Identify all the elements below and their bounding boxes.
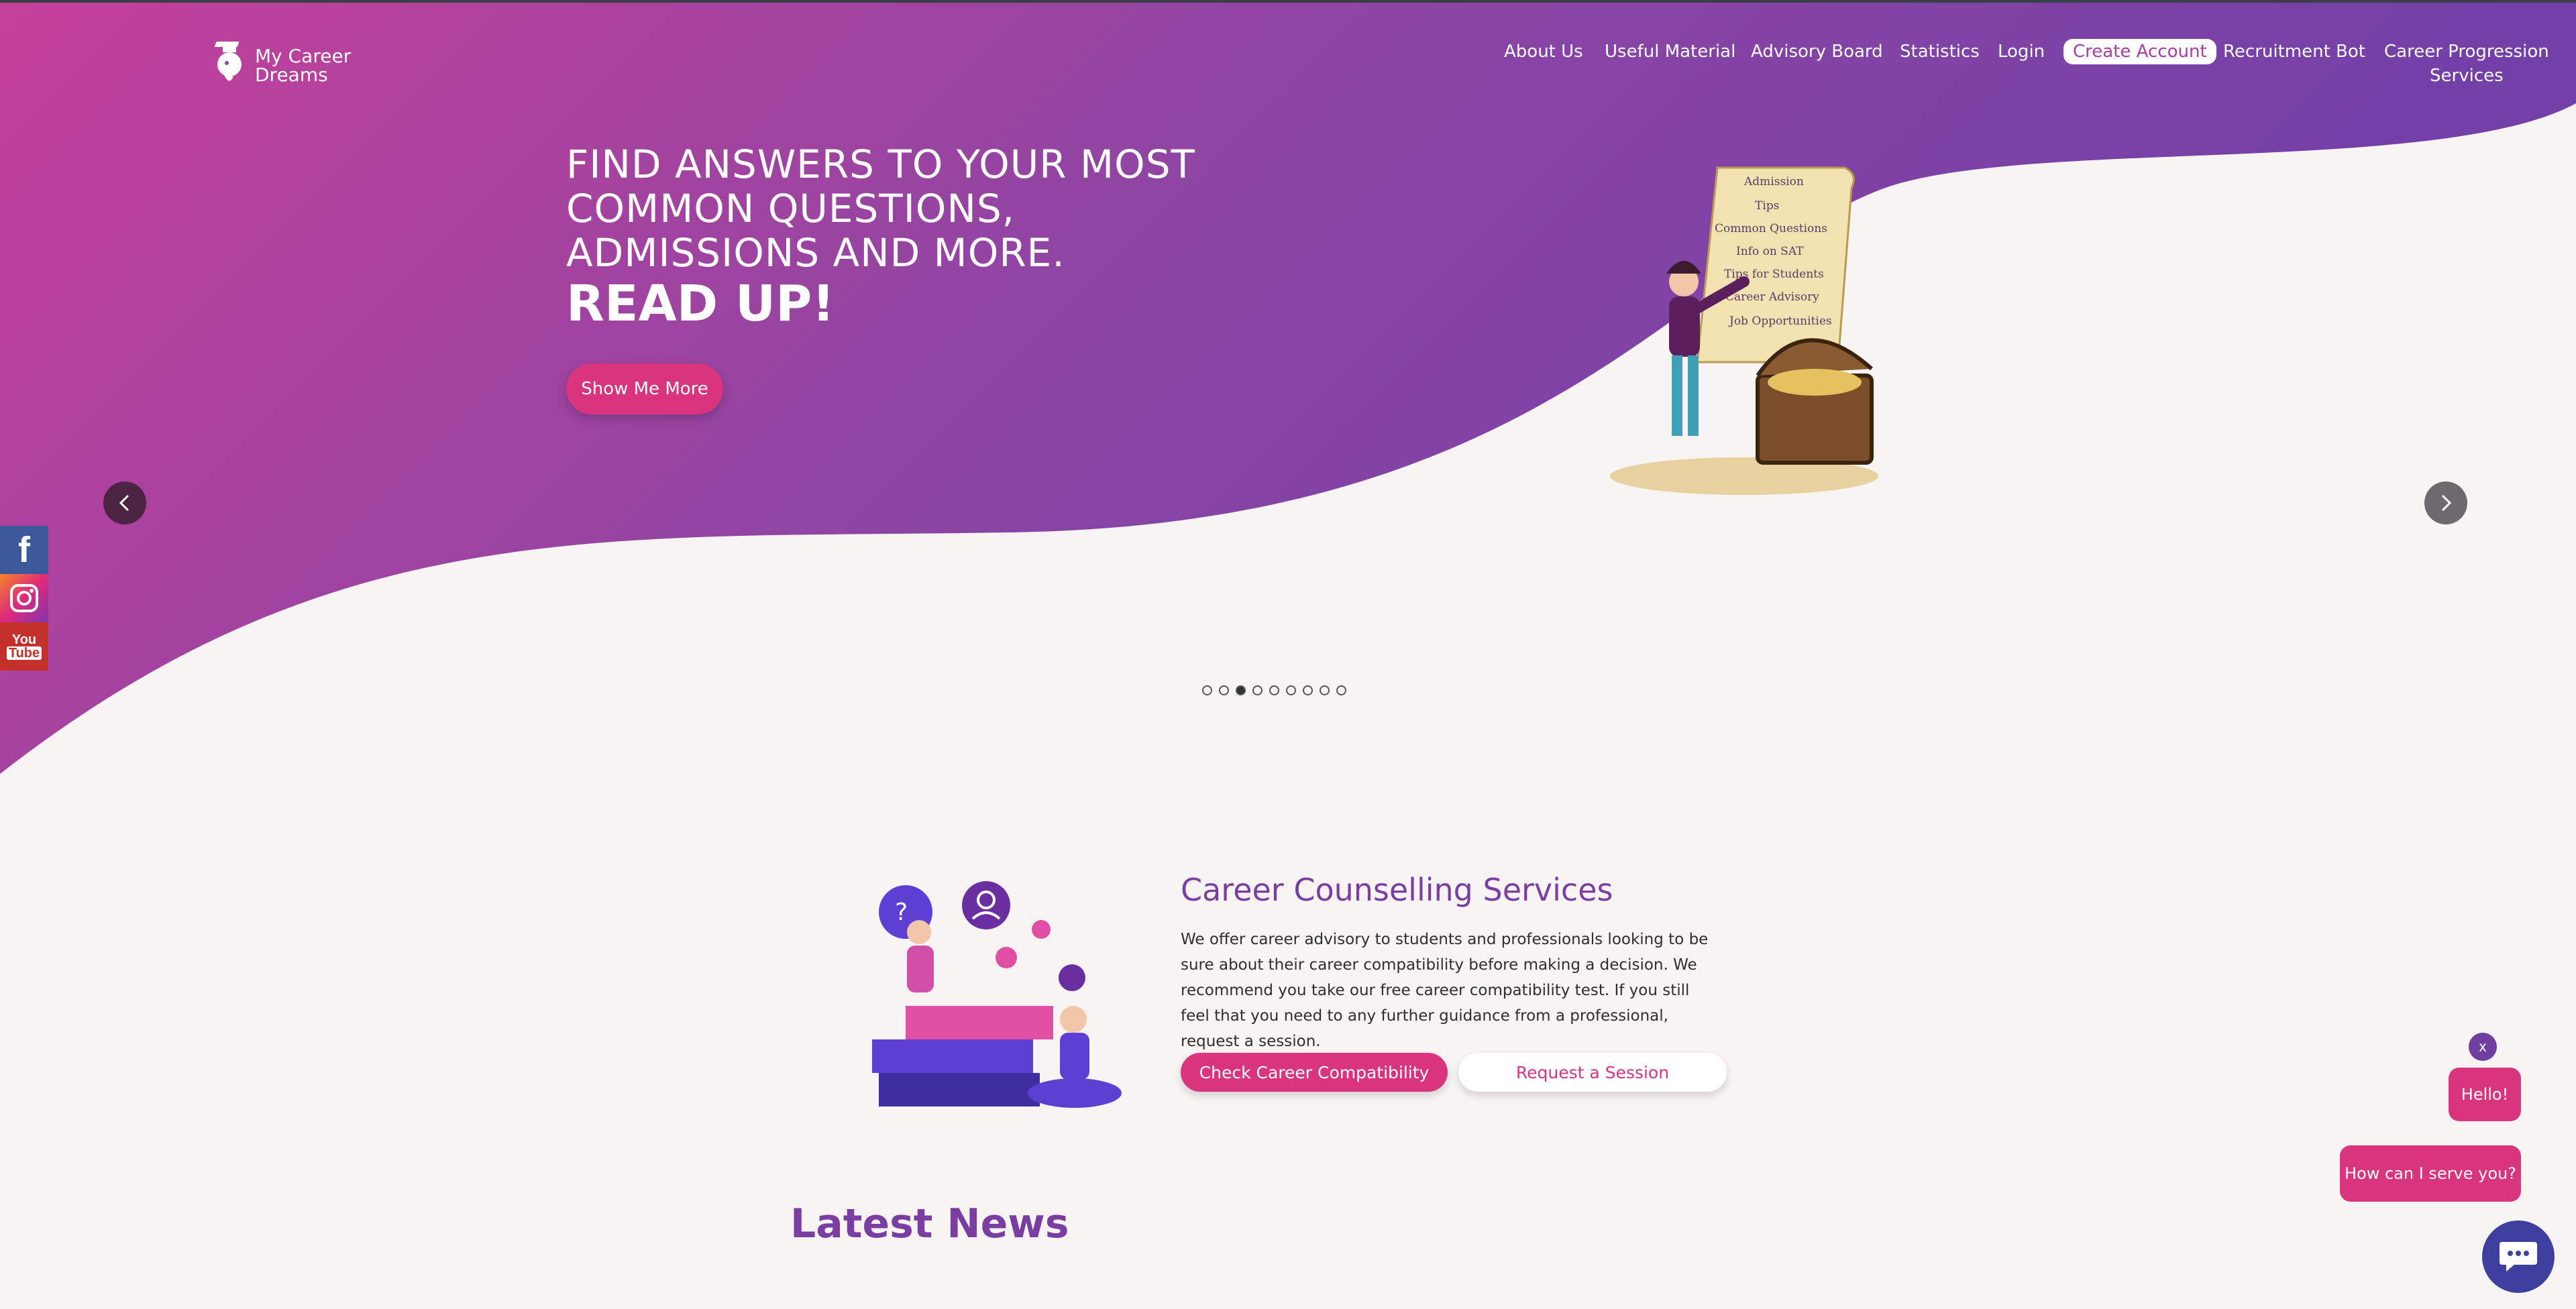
chevron-right-icon: [2441, 494, 2452, 512]
person-leg-right: [1688, 355, 1699, 436]
hero-heading: FIND ANSWERS TO YOUR MOST COMMON QUESTIO…: [566, 142, 1195, 333]
nav-career-progression[interactable]: Career Progression Services: [2384, 42, 2549, 86]
nav-advisory-board[interactable]: Advisory Board: [1751, 42, 1883, 62]
show-me-more-button[interactable]: Show Me More: [566, 363, 723, 414]
scroll-paper: [1696, 166, 1855, 363]
carousel-dot[interactable]: [1286, 685, 1296, 695]
person-leg-left: [1672, 355, 1682, 436]
nav-career-line-1: Career Progression: [2384, 42, 2549, 62]
reader-body: [907, 946, 934, 992]
book-middle: [872, 1039, 1033, 1073]
lightbulb-icon: [1032, 920, 1051, 939]
carousel-dot[interactable]: [1303, 685, 1313, 695]
hero-background: [0, 3, 2576, 774]
facebook-link[interactable]: f: [0, 526, 48, 574]
carousel-indicators: [1202, 685, 1346, 695]
nav-useful-material[interactable]: Useful Material: [1605, 42, 1735, 62]
request-session-button[interactable]: Request a Session: [1458, 1053, 1727, 1092]
check-compatibility-button[interactable]: Check Career Compatibility: [1181, 1053, 1448, 1092]
sitting-person-legs: [1028, 1078, 1122, 1108]
chevron-left-icon: [119, 494, 129, 512]
logo-line-1: My Career: [255, 45, 352, 67]
logo-line-2: Dreams: [255, 64, 328, 86]
scroll-item-2: Tips: [1755, 199, 1779, 213]
youtube-link[interactable]: You Tube: [0, 622, 48, 671]
nav-login[interactable]: Login: [1998, 42, 2045, 62]
sitting-person-body: [1060, 1033, 1089, 1080]
chat-bubble-hello: Hello!: [2449, 1068, 2521, 1121]
carousel-dot[interactable]: [1202, 685, 1212, 695]
instagram-icon: [10, 584, 38, 612]
nav-recruitment-bot[interactable]: Recruitment Bot: [2223, 42, 2365, 62]
counselling-title: Career Counselling Services: [1181, 872, 1613, 908]
graduation-cap-icon: [996, 947, 1017, 968]
scroll-item-7: Job Opportunities: [1728, 315, 1832, 328]
carousel-dot[interactable]: [1252, 685, 1263, 695]
chat-close-button[interactable]: x: [2469, 1033, 2497, 1061]
instagram-link[interactable]: [0, 574, 48, 622]
nav-about-us[interactable]: About Us: [1504, 42, 1583, 62]
svg-text:?: ?: [895, 899, 908, 926]
logo-text: My Career Dreams: [255, 47, 351, 84]
scroll-item-6: Career Advisory: [1725, 290, 1819, 304]
youtube-you: You: [11, 632, 37, 647]
carousel-dot[interactable]: [1269, 685, 1279, 695]
carousel-dot[interactable]: [1219, 685, 1229, 695]
hero-line-2: COMMON QUESTIONS,: [566, 186, 1016, 231]
scroll-item-1: Admission: [1743, 175, 1804, 188]
scroll-item-3: Common Questions: [1715, 222, 1827, 235]
nav-career-line-2: Services: [2430, 66, 2504, 86]
user-bubble-icon: [962, 881, 1010, 929]
chat-icon: [2500, 1242, 2537, 1271]
hero-illustration: Admission Tips Common Questions Info on …: [1610, 166, 1878, 495]
carousel-dot[interactable]: [1320, 685, 1330, 695]
sitting-person-head: [1060, 1006, 1087, 1033]
youtube-tube: Tube: [6, 646, 42, 660]
logo-icon: [214, 42, 241, 81]
carousel-dot-active[interactable]: [1236, 685, 1246, 695]
facebook-icon: f: [18, 530, 30, 570]
hero-line-1: FIND ANSWERS TO YOUR MOST: [566, 141, 1195, 187]
hero-read-up: READ UP!: [566, 275, 835, 333]
nav-create-account-button[interactable]: Create Account: [2063, 39, 2216, 64]
book-top: [906, 1006, 1053, 1039]
counselling-description: We offer career advisory to students and…: [1181, 931, 1709, 1050]
carousel-prev-button[interactable]: [103, 481, 146, 524]
counselling-illustration: ?: [872, 881, 1122, 1108]
chat-bubble-serve: How can I serve you?: [2340, 1145, 2521, 1202]
book-bottom: [879, 1073, 1040, 1106]
chat-launcher-button[interactable]: [2482, 1220, 2555, 1293]
person-hair: [1666, 261, 1701, 274]
scroll-item-4: Info on SAT: [1736, 245, 1804, 258]
carousel-next-button[interactable]: [2424, 481, 2467, 524]
chest-gold: [1768, 369, 1862, 396]
hero-line-3: ADMISSIONS AND MORE.: [566, 230, 1065, 276]
nav-statistics[interactable]: Statistics: [1900, 42, 1980, 62]
reader-head: [907, 920, 931, 944]
latest-news-title: Latest News: [790, 1200, 1069, 1247]
youtube-icon: You Tube: [6, 632, 42, 660]
location-pin-icon: [1059, 964, 1085, 991]
site-logo[interactable]: My Career Dreams: [213, 39, 361, 93]
carousel-dot[interactable]: [1336, 685, 1346, 695]
